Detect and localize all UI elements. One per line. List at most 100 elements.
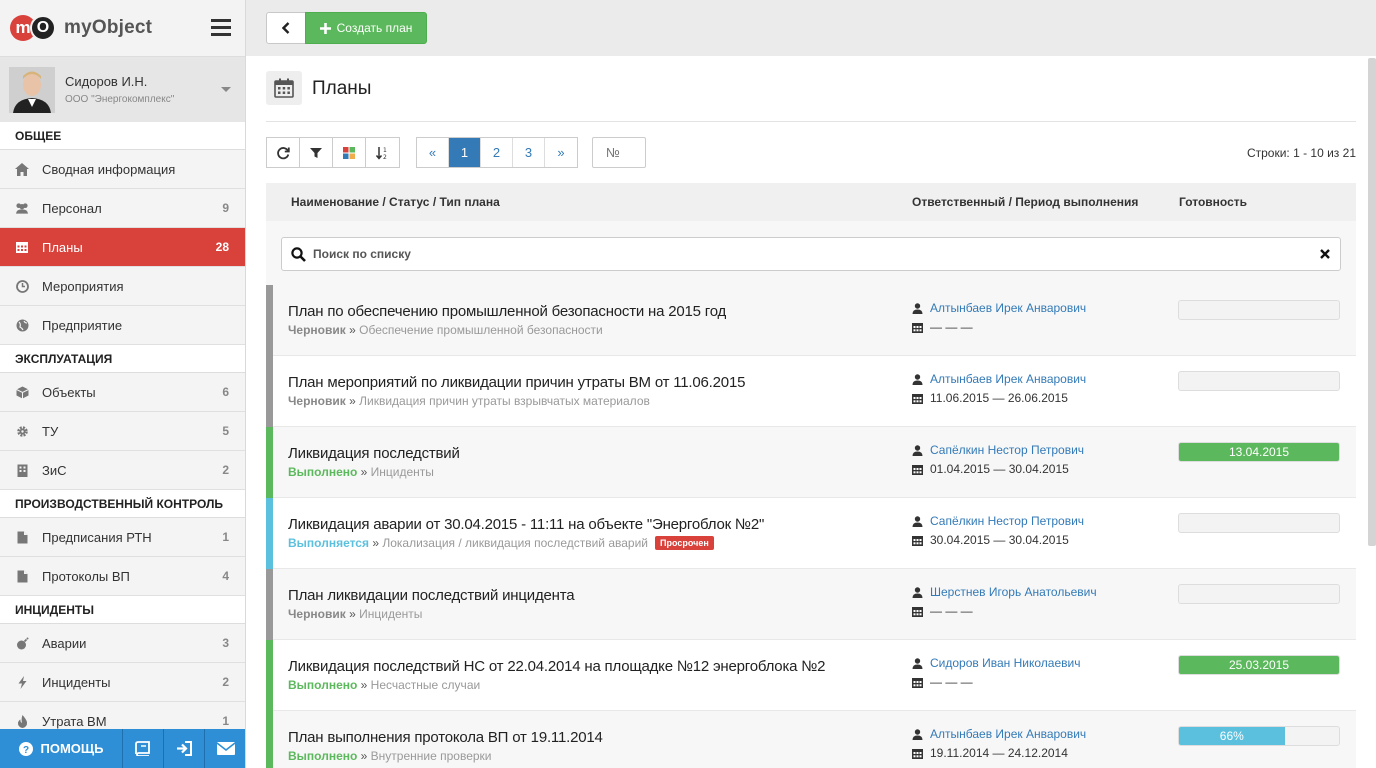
back-button[interactable]: [266, 12, 306, 44]
table-row[interactable]: Ликвидация последствий НС от 22.04.2014 …: [266, 640, 1356, 711]
plan-title[interactable]: План выполнения протокола ВП от 19.11.20…: [288, 729, 603, 746]
header-name[interactable]: Наименование / Статус / Тип плана: [291, 195, 500, 209]
progress-label: [1179, 301, 1339, 319]
filter-icon: [310, 147, 322, 158]
sidebar-item[interactable]: ЗиС 2: [0, 451, 245, 490]
grid-color-icon: [343, 146, 355, 159]
sidebar-item-count: 2: [222, 675, 229, 689]
sidebar-item-label: Протоколы ВП: [42, 568, 130, 584]
responsible-name[interactable]: Алтынбаев Ирек Анварович: [930, 727, 1086, 741]
sidebar-item[interactable]: Аварии 3: [0, 624, 245, 663]
status-bar: [266, 285, 273, 356]
user-icon: [912, 373, 930, 385]
svg-text:1: 1: [383, 147, 387, 154]
table-row[interactable]: Ликвидация последствий Выполнено » Инциде…: [266, 427, 1356, 498]
header-responsible[interactable]: Ответственный / Период выполнения: [912, 195, 1138, 209]
clear-search-button[interactable]: [1310, 239, 1340, 269]
page-link[interactable]: 1: [449, 138, 481, 167]
menu-toggle-icon[interactable]: [211, 19, 231, 36]
responsible[interactable]: Сапёлкин Нестор Петрович: [912, 443, 1084, 457]
pagination: «1 2 3»: [416, 137, 578, 168]
file-icon: [15, 530, 29, 544]
user-icon: [912, 657, 930, 669]
number-filter-input[interactable]: [592, 137, 646, 168]
plan-meta: Черновик » Обеспечение промышленной безо…: [288, 323, 603, 337]
calendar-icon: [912, 535, 930, 546]
responsible-name[interactable]: Алтынбаев Ирек Анварович: [930, 372, 1086, 386]
plan-title[interactable]: План по обеспечению промышленной безопас…: [288, 303, 726, 320]
page-link[interactable]: 3: [513, 138, 545, 167]
create-plan-button[interactable]: Создать план: [305, 12, 427, 44]
table-row[interactable]: План мероприятий по ликвидации причин ут…: [266, 356, 1356, 427]
columns-button[interactable]: [333, 138, 366, 167]
plan-status: Черновик: [288, 607, 346, 621]
plan-status: Выполнено: [288, 465, 358, 479]
search-box[interactable]: Поиск по списку: [281, 237, 1341, 271]
period-text: 11.06.2015 — 26.06.2015: [930, 391, 1068, 405]
logo[interactable]: m O: [10, 13, 56, 43]
search-input[interactable]: Поиск по списку: [313, 247, 1310, 261]
sidebar-item-label: ТУ: [42, 423, 59, 439]
table-row[interactable]: План ликвидации последствий инцидента Чер…: [266, 569, 1356, 640]
sidebar-item[interactable]: Планы 28: [0, 228, 245, 267]
page-link[interactable]: »: [545, 138, 577, 167]
sidebar-item[interactable]: Предписания РТН 1: [0, 518, 245, 557]
page-link[interactable]: 2: [481, 138, 513, 167]
responsible[interactable]: Алтынбаев Ирек Анварович: [912, 301, 1086, 315]
plan-type: Несчастные случаи: [370, 678, 481, 692]
book-icon: [135, 741, 150, 756]
page-title: Планы: [312, 78, 372, 99]
sidebar-item[interactable]: Сводная информация: [0, 150, 245, 189]
plan-title[interactable]: План мероприятий по ликвидации причин ут…: [288, 374, 745, 391]
period-text: — — —: [930, 320, 973, 334]
responsible[interactable]: Алтынбаев Ирек Анварович: [912, 727, 1086, 741]
table-row[interactable]: План выполнения протокола ВП от 19.11.20…: [266, 711, 1356, 768]
sidebar-item-count: 4: [222, 569, 229, 583]
user-icon: [912, 302, 930, 314]
responsible[interactable]: Алтынбаев Ирек Анварович: [912, 372, 1086, 386]
sidebar-item[interactable]: Мероприятия: [0, 267, 245, 306]
plan-title[interactable]: План ликвидации последствий инцидента: [288, 587, 575, 604]
message-button[interactable]: [205, 729, 245, 768]
sidebar-item[interactable]: Инциденты 2: [0, 663, 245, 702]
sidebar-item[interactable]: Предприятие: [0, 306, 245, 345]
plan-title[interactable]: Ликвидация последствий: [288, 445, 460, 462]
sidebar-item[interactable]: Объекты 6: [0, 373, 245, 412]
plan-title[interactable]: Ликвидация аварии от 30.04.2015 - 11:11 …: [288, 516, 764, 533]
divider: [266, 121, 1356, 122]
sidebar-section-header: ЭКСПЛУАТАЦИЯ: [0, 345, 245, 373]
responsible-name[interactable]: Шерстнев Игорь Анатольевич: [930, 585, 1097, 599]
responsible[interactable]: Сапёлкин Нестор Петрович: [912, 514, 1084, 528]
progress-bar: 25.03.2015: [1178, 655, 1340, 675]
plan-meta: Выполнено » Инциденты: [288, 465, 434, 479]
responsible-name[interactable]: Алтынбаев Ирек Анварович: [930, 301, 1086, 315]
logout-button[interactable]: [164, 729, 205, 768]
period: 01.04.2015 — 30.04.2015: [912, 462, 1069, 476]
help-button[interactable]: ? ПОМОЩЬ: [0, 729, 123, 768]
responsible[interactable]: Сидоров Иван Николаевич: [912, 656, 1080, 670]
user-panel[interactable]: Сидоров И.Н. ООО "Энергокомплекс": [0, 56, 245, 122]
sidebar-item[interactable]: ТУ 5: [0, 412, 245, 451]
refresh-button[interactable]: [267, 138, 300, 167]
table-row[interactable]: Ликвидация аварии от 30.04.2015 - 11:11 …: [266, 498, 1356, 569]
responsible-name[interactable]: Сапёлкин Нестор Петрович: [930, 443, 1084, 457]
progress-label: [1179, 585, 1339, 603]
responsible[interactable]: Шерстнев Игорь Анатольевич: [912, 585, 1097, 599]
sort-button[interactable]: 12: [366, 138, 399, 167]
responsible-name[interactable]: Сапёлкин Нестор Петрович: [930, 514, 1084, 528]
calendar-icon: [15, 240, 29, 254]
responsible-name[interactable]: Сидоров Иван Николаевич: [930, 656, 1080, 670]
table-row[interactable]: План по обеспечению промышленной безопас…: [266, 285, 1356, 356]
scrollbar[interactable]: [1368, 58, 1376, 546]
sidebar-item[interactable]: Персонал 9: [0, 189, 245, 228]
page-link[interactable]: «: [417, 138, 449, 167]
refresh-icon: [277, 146, 290, 159]
book-button[interactable]: [123, 729, 164, 768]
progress-bar: 66%: [1178, 726, 1340, 746]
table-header: Наименование / Статус / Тип плана Ответс…: [266, 183, 1356, 221]
header-readiness[interactable]: Готовность: [1179, 195, 1247, 209]
filter-button[interactable]: [300, 138, 333, 167]
chevron-down-icon[interactable]: [221, 87, 231, 92]
plan-title[interactable]: Ликвидация последствий НС от 22.04.2014 …: [288, 658, 825, 675]
sidebar-item[interactable]: Протоколы ВП 4: [0, 557, 245, 596]
